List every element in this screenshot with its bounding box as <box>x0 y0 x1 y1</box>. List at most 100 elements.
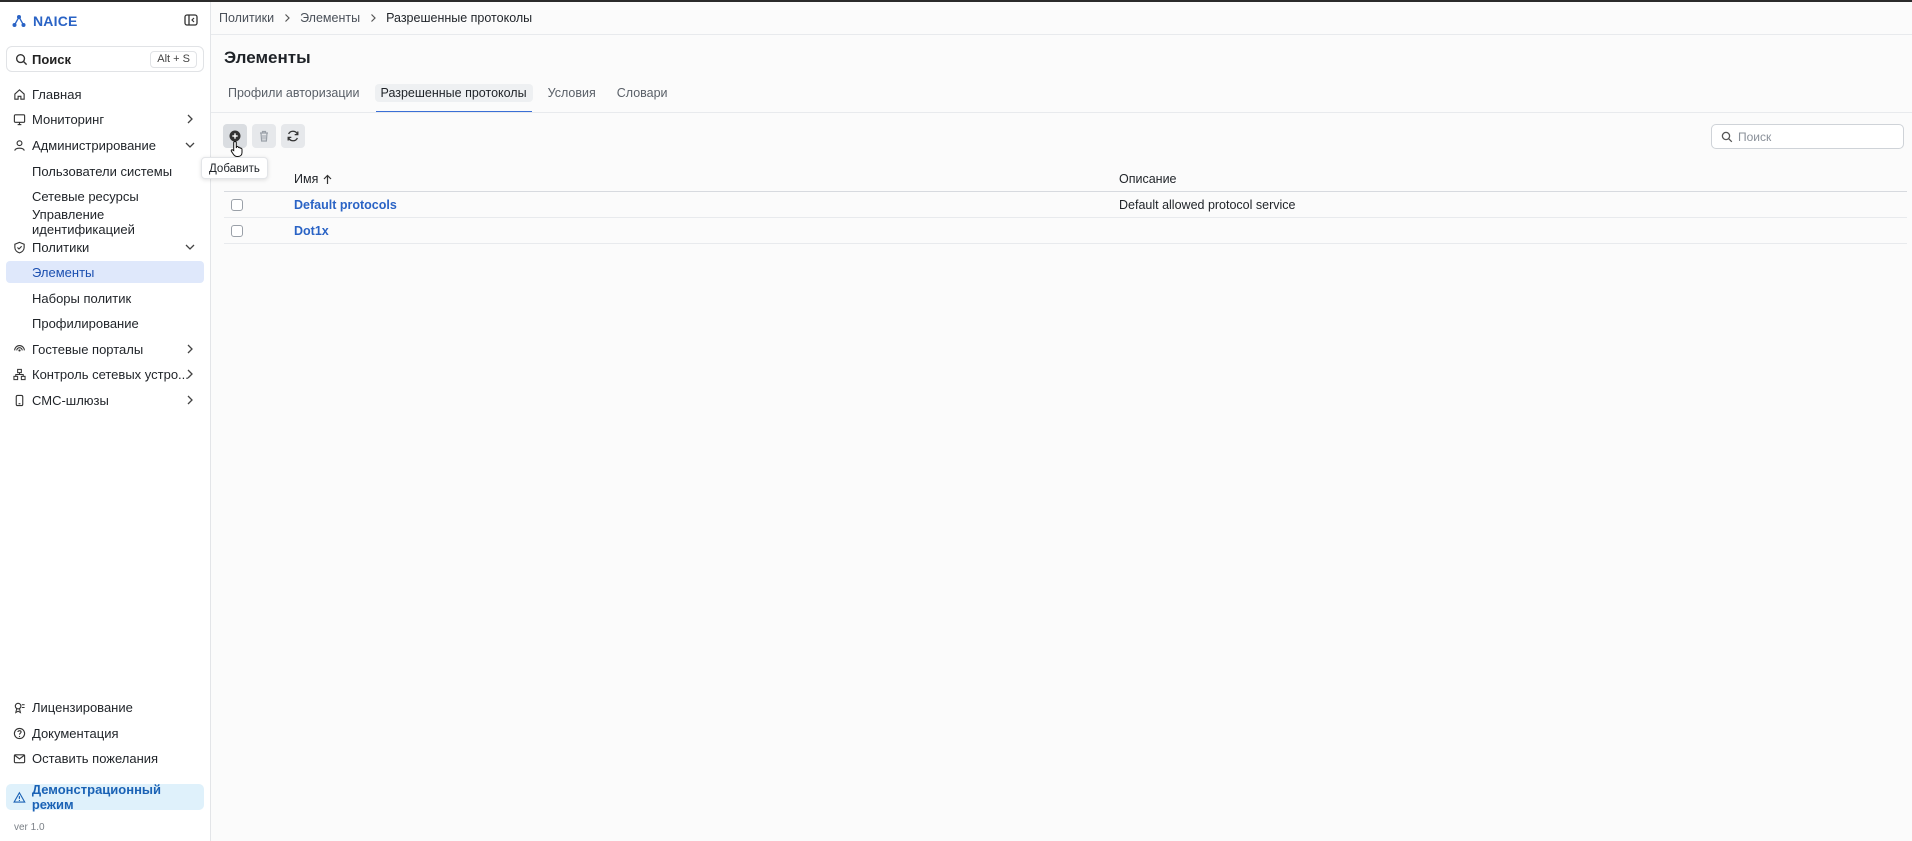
brand[interactable]: NAICE <box>12 11 78 31</box>
row-description-cell: Default allowed protocol service <box>1119 198 1296 212</box>
sidebar-item-label: Элементы <box>32 264 95 280</box>
user-icon <box>14 139 25 151</box>
row-name-cell: Dot1x <box>294 218 329 244</box>
sidebar-item-label: Гостевые порталы <box>32 341 144 357</box>
sidebar-item-network-resources[interactable]: Сетевые ресурсы <box>6 185 204 207</box>
breadcrumb-item-policies[interactable]: Политики <box>219 11 274 25</box>
row-name-link[interactable]: Default protocols <box>294 198 397 212</box>
row-checkbox-cell <box>231 218 243 244</box>
sidebar-item-system-users[interactable]: Пользователи системы <box>6 160 204 182</box>
sidebar-item-policies[interactable]: Политики <box>6 236 204 258</box>
tab-authorization-profiles[interactable]: Профили авторизации <box>223 82 365 113</box>
global-search[interactable]: Поиск Alt + S <box>6 46 204 72</box>
sidebar-item-identity-management[interactable]: Управление идентификацией <box>6 207 204 237</box>
sort-ascending-icon <box>323 174 332 184</box>
sidebar-item-label: Документация <box>32 725 119 741</box>
phone-icon <box>15 394 24 406</box>
row-checkbox-cell <box>231 192 243 218</box>
sidebar-item-sms-gateways[interactable]: СМС-шлюзы <box>6 389 204 411</box>
demo-mode-label: Демонстрационный режим <box>31 782 162 812</box>
chevron-right-icon <box>187 369 193 379</box>
main-content: Политики Элементы Разрешенные протоколы … <box>201 2 1912 841</box>
chevron-right-icon <box>285 14 290 22</box>
sidebar-item-network-device-control[interactable]: Контроль сетевых устро... <box>6 363 204 385</box>
chevron-right-icon <box>187 114 193 124</box>
help-circle-icon <box>13 727 26 739</box>
tabs-divider <box>211 112 1912 113</box>
sidebar-item-policy-sets[interactable]: Наборы политик <box>6 287 204 309</box>
breadcrumb-item-elements[interactable]: Элементы <box>300 11 360 25</box>
row-checkbox[interactable] <box>231 199 243 211</box>
demo-mode-banner[interactable]: Демонстрационный режим <box>6 782 204 812</box>
sidebar-item-home[interactable]: Главная <box>6 83 204 105</box>
refresh-icon <box>287 130 299 142</box>
tab-label: Условия <box>547 86 596 100</box>
wifi-icon <box>14 344 25 352</box>
hand-pointer-icon <box>230 140 243 157</box>
breadcrumb: Политики Элементы Разрешенные протоколы <box>219 2 532 34</box>
sidebar-collapse-icon[interactable] <box>183 12 199 28</box>
table-row[interactable]: Dot1x <box>224 218 1907 244</box>
tab-allowed-protocols[interactable]: Разрешенные протоколы <box>374 82 533 113</box>
app-version: ver 1.0 <box>14 822 45 833</box>
tab-label: Разрешенные протоколы <box>374 84 533 102</box>
network-icon <box>13 368 26 380</box>
home-icon <box>14 88 25 100</box>
sidebar-item-label: Мониторинг <box>32 111 105 127</box>
app-name: NAICE <box>33 13 78 29</box>
row-name-link[interactable]: Dot1x <box>294 224 329 238</box>
chevron-down-icon <box>185 142 195 148</box>
sidebar-item-feedback[interactable]: Оставить пожелания <box>6 747 204 769</box>
column-description-label: Описание <box>1119 172 1177 186</box>
tab-bar: Профили авторизации Разрешенные протокол… <box>223 82 684 113</box>
sidebar-item-label: Наборы политик <box>32 290 132 306</box>
monitor-icon <box>13 113 26 125</box>
sidebar-item-label: Контроль сетевых устро... <box>32 366 189 382</box>
column-name-label: Имя <box>294 172 319 186</box>
sidebar-item-profiling[interactable]: Профилирование <box>6 312 204 334</box>
license-icon <box>14 702 25 714</box>
global-search-label: Поиск <box>32 51 72 67</box>
chevron-right-icon <box>187 344 193 354</box>
search-icon <box>15 53 28 65</box>
search-shortcut-badge: Alt + S <box>150 51 197 68</box>
sidebar-item-label: СМС-шлюзы <box>32 392 109 408</box>
column-header-name[interactable]: Имя <box>294 166 333 192</box>
header-divider <box>211 34 1912 35</box>
refresh-button[interactable] <box>281 124 305 148</box>
sidebar-item-label: Политики <box>32 239 90 255</box>
sidebar-item-label: Оставить пожелания <box>32 750 159 766</box>
warning-icon <box>13 791 26 803</box>
table-search-field[interactable] <box>1711 124 1904 149</box>
tab-dictionaries[interactable]: Словари <box>612 82 673 113</box>
column-header-description[interactable]: Описание <box>1119 166 1177 192</box>
sidebar-item-label: Сетевые ресурсы <box>32 188 139 204</box>
chevron-right-icon <box>371 14 376 22</box>
row-name-cell: Default protocols <box>294 192 397 218</box>
naice-logo-icon <box>12 15 26 27</box>
sidebar-item-label: Администрирование <box>32 137 156 153</box>
search-icon <box>1721 131 1733 142</box>
row-checkbox[interactable] <box>231 225 243 237</box>
chevron-down-icon <box>185 244 195 250</box>
table-row[interactable]: Default protocols Default allowed protoc… <box>224 192 1907 218</box>
sidebar-item-label: Главная <box>32 86 82 102</box>
sidebar-item-guest-portals[interactable]: Гостевые порталы <box>6 338 204 360</box>
sidebar-item-label: Лицензирование <box>32 699 133 715</box>
delete-button[interactable] <box>252 124 276 148</box>
sidebar-item-elements[interactable]: Элементы <box>6 261 204 283</box>
sidebar-item-label: Пользователи системы <box>32 163 173 179</box>
sidebar: NAICE Поиск Alt + S Главная Мониторинг А… <box>0 2 211 841</box>
breadcrumb-item-current: Разрешенные протоколы <box>386 11 533 25</box>
tab-conditions[interactable]: Условия <box>543 82 601 113</box>
sidebar-item-documentation[interactable]: Документация <box>6 722 204 744</box>
table-header: Имя Описание <box>224 166 1907 192</box>
sidebar-item-licensing[interactable]: Лицензирование <box>6 696 204 718</box>
page-title: Элементы <box>224 48 311 67</box>
tab-label: Словари <box>616 86 668 100</box>
sidebar-item-monitoring[interactable]: Мониторинг <box>6 108 204 130</box>
sidebar-item-administration[interactable]: Администрирование <box>6 134 204 156</box>
table-search-input[interactable] <box>1738 129 1898 144</box>
trash-icon <box>260 130 268 142</box>
tab-label: Профили авторизации <box>228 86 360 100</box>
